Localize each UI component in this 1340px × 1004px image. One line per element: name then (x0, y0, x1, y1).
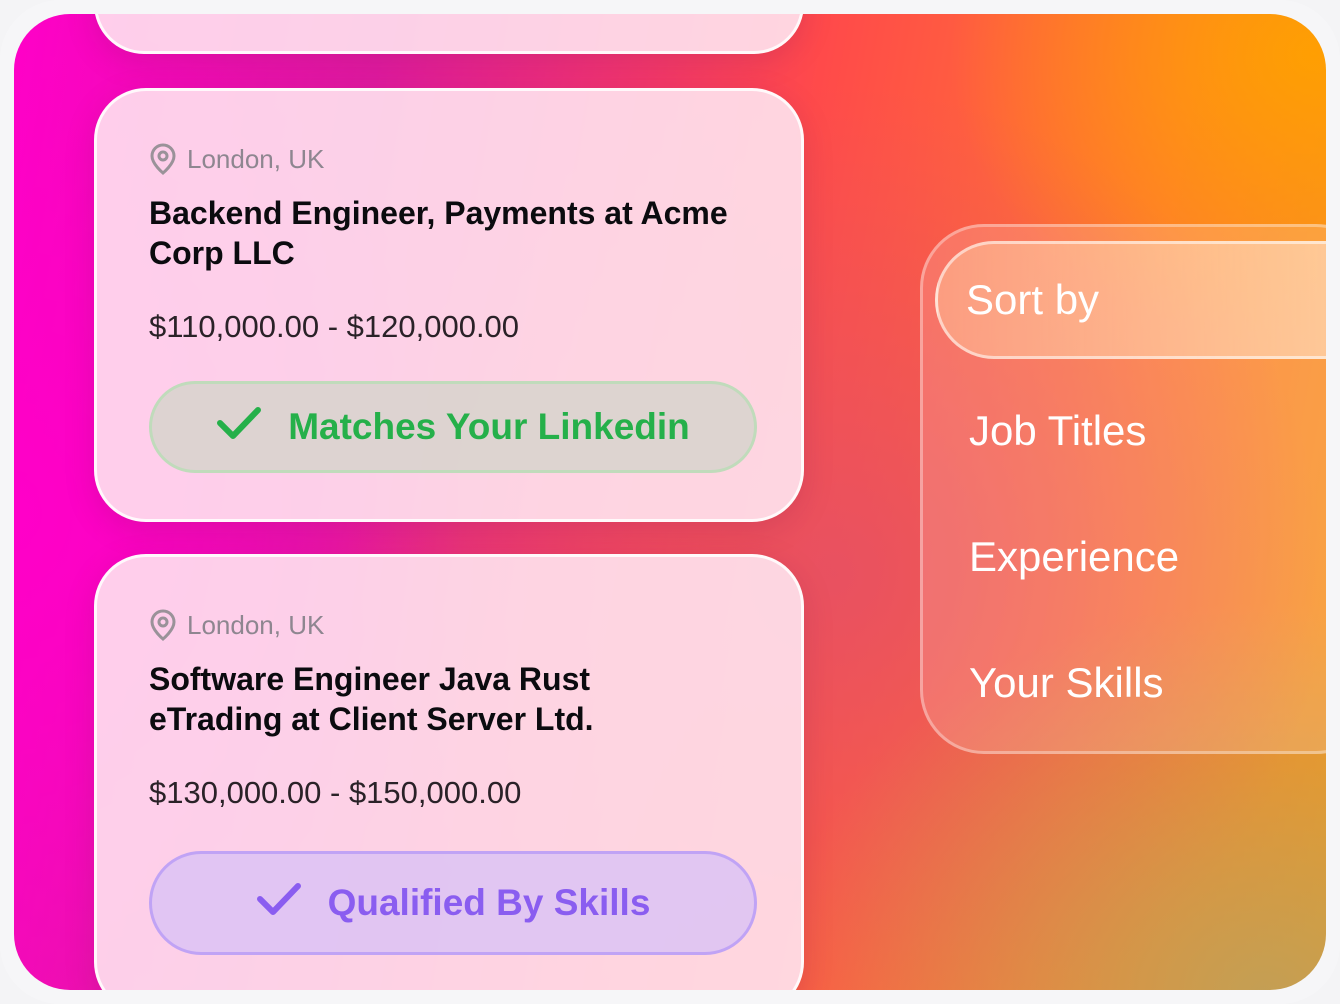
map-pin-icon (149, 143, 177, 175)
job-salary: $130,000.00 - $150,000.00 (149, 775, 522, 810)
map-pin-icon (149, 609, 177, 641)
job-title[interactable]: Software Engineer Java Rust eTrading at … (149, 659, 709, 739)
check-icon (216, 405, 262, 450)
job-card[interactable]: London, UK Backend Engineer, Payments at… (94, 88, 804, 522)
job-card[interactable]: London, UK Software Engineer Java Rust e… (94, 554, 804, 990)
sort-option-job-titles[interactable]: Job Titles (969, 407, 1146, 455)
sort-option-your-skills[interactable]: Your Skills (969, 659, 1164, 707)
sort-by-button[interactable]: Sort by (935, 241, 1326, 359)
job-location: London, UK (149, 609, 324, 641)
matches-linkedin-badge[interactable]: Matches Your Linkedin (149, 381, 757, 473)
sort-by-label: Sort by (966, 276, 1100, 323)
sort-menu: Sort by Job Titles Experience Your Skill… (920, 224, 1326, 754)
job-location-label: London, UK (187, 609, 325, 640)
badge-label: Matches Your Linkedin (288, 406, 690, 447)
sort-option-experience[interactable]: Experience (969, 533, 1179, 581)
job-location: London, UK (149, 143, 324, 175)
badge-label: Qualified By Skills (327, 882, 651, 923)
job-title[interactable]: Backend Engineer, Payments at Acme Corp … (149, 193, 769, 273)
job-card-previous[interactable] (94, 14, 804, 54)
job-location-label: London, UK (187, 143, 325, 174)
job-salary: $110,000.00 - $120,000.00 (149, 309, 520, 344)
qualified-by-skills-badge[interactable]: Qualified By Skills (149, 851, 757, 955)
app-canvas: London, UK Backend Engineer, Payments at… (14, 14, 1326, 990)
check-icon (256, 881, 302, 926)
